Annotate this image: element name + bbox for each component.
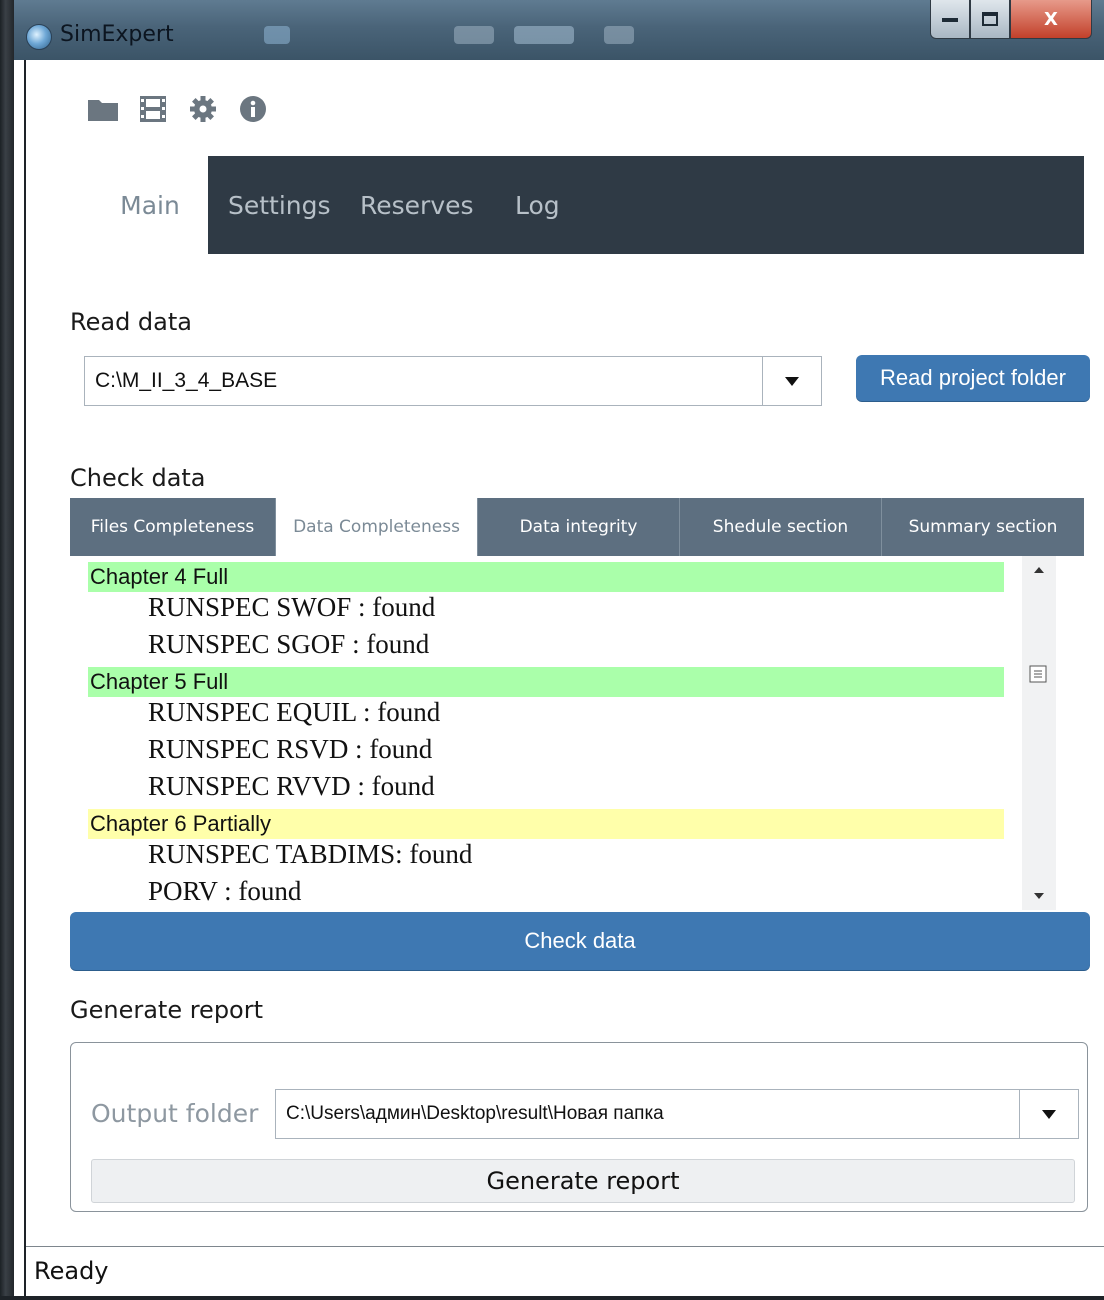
list-item: RUNSPEC EQUIL : found — [148, 697, 441, 727]
project-path-value[interactable]: C:\M_II_3_4_BASE — [85, 369, 762, 393]
scroll-down-icon[interactable] — [1022, 884, 1056, 908]
generate-report-heading: Generate report — [70, 996, 264, 1024]
desktop-background — [0, 0, 14, 1300]
output-folder-value[interactable]: C:\Users\админ\Desktop\result\Новая папк… — [276, 1103, 1019, 1125]
toolbar — [86, 94, 270, 124]
tab-reserves[interactable]: Reserves — [360, 156, 474, 254]
list-item: RUNSPEC RVVD : found — [148, 771, 435, 801]
project-path-combo[interactable]: C:\M_II_3_4_BASE — [84, 356, 822, 406]
list-item: RUNSPEC RSVD : found — [148, 734, 433, 764]
taskbar-blur-icon — [604, 26, 634, 44]
list-item-chapter: Chapter 5 Full — [88, 667, 1004, 697]
status-text: Ready — [34, 1257, 109, 1285]
info-icon[interactable] — [236, 94, 270, 124]
list-item: RUNSPEC SWOF : found — [148, 592, 436, 622]
tab-summary-section[interactable]: Summary section — [882, 498, 1084, 556]
window-title: SimExpert — [60, 22, 174, 47]
dropdown-arrow-icon[interactable] — [1019, 1090, 1078, 1138]
list-item: RUNSPEC TABDIMS: found — [148, 839, 473, 869]
check-data-heading: Check data — [70, 464, 206, 492]
scroll-thumb-grip-icon[interactable] — [1028, 664, 1048, 684]
client-area: Main Settings Reserves Log Read data C:\… — [24, 60, 1104, 1299]
read-data-heading: Read data — [70, 308, 192, 336]
list-item: RUNSPEC SGOF : found — [148, 629, 430, 659]
scroll-up-icon[interactable] — [1022, 558, 1056, 582]
generate-report-button[interactable]: Generate report — [91, 1159, 1075, 1203]
window-controls: X — [930, 0, 1092, 40]
taskbar-blur-icon — [264, 26, 290, 44]
status-bar: Ready — [26, 1246, 1104, 1299]
gear-icon[interactable] — [186, 94, 220, 124]
tab-main[interactable]: Main — [92, 156, 208, 254]
tab-log[interactable]: Log — [515, 156, 560, 254]
minimize-button[interactable] — [930, 0, 970, 39]
check-data-tabs: Files Completeness Data Completeness Dat… — [70, 498, 1084, 556]
check-data-button[interactable]: Check data — [70, 912, 1090, 970]
taskbar-blur-icon — [514, 26, 574, 44]
app-window: SimExpert X Main Settings Reserves Log R… — [14, 0, 1104, 1300]
tab-data-completeness[interactable]: Data Completeness — [276, 498, 478, 556]
completeness-list[interactable]: Chapter 4 Full RUNSPEC SWOF : found RUNS… — [70, 556, 1060, 910]
list-item-chapter: Chapter 6 Partially — [88, 809, 1004, 839]
dropdown-arrow-icon[interactable] — [762, 357, 821, 405]
list-item: PORV : found — [148, 876, 302, 906]
maximize-icon — [982, 12, 998, 26]
output-folder-label: Output folder — [91, 1099, 259, 1128]
tab-data-integrity[interactable]: Data integrity — [478, 498, 680, 556]
close-icon: X — [1044, 8, 1058, 30]
window-bottom-edge — [0, 1296, 1104, 1300]
film-icon[interactable] — [136, 94, 170, 124]
taskbar-blur-icon — [454, 26, 494, 44]
list-item-chapter: Chapter 4 Full — [88, 562, 1004, 592]
maximize-button[interactable] — [970, 0, 1010, 39]
tab-bar: Settings Reserves Log — [208, 156, 1084, 254]
read-project-folder-button[interactable]: Read project folder — [856, 355, 1090, 401]
folder-icon[interactable] — [86, 94, 120, 124]
app-icon — [26, 24, 52, 50]
minimize-icon — [942, 18, 958, 22]
tab-settings[interactable]: Settings — [228, 156, 331, 254]
tab-shedule-section[interactable]: Shedule section — [680, 498, 882, 556]
generate-report-group: Output folder C:\Users\админ\Desktop\res… — [70, 1042, 1088, 1212]
tab-files-completeness[interactable]: Files Completeness — [70, 498, 276, 556]
list-scrollbar[interactable] — [1022, 556, 1056, 910]
main-tab-strip: Main Settings Reserves Log — [92, 156, 1084, 254]
close-button[interactable]: X — [1010, 0, 1092, 39]
output-folder-combo[interactable]: C:\Users\админ\Desktop\result\Новая папк… — [275, 1089, 1079, 1139]
title-bar[interactable]: SimExpert X — [14, 0, 1104, 60]
